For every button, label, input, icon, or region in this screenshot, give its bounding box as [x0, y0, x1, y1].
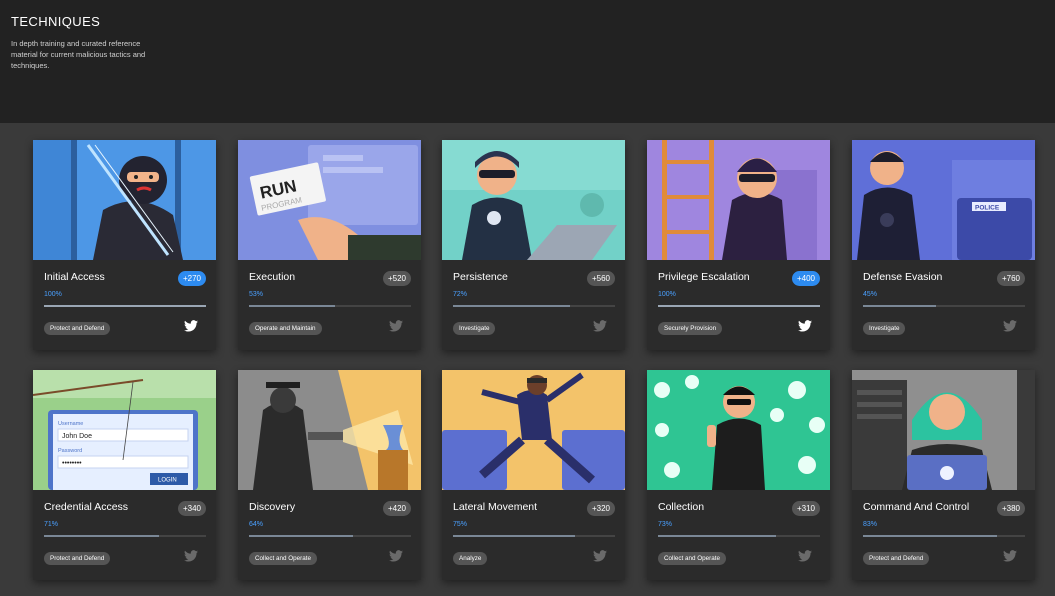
- progress-fill: [863, 305, 936, 307]
- progress-bar: [658, 305, 820, 307]
- progress-bar: [44, 305, 206, 307]
- category-tag[interactable]: Investigate: [863, 322, 906, 335]
- progress-bar: [863, 535, 1025, 537]
- card-illustration: [647, 370, 830, 490]
- card-title: Initial Access: [44, 271, 105, 283]
- technique-card-lateral-movement[interactable]: Lateral Movement +320 75% Analyze: [442, 370, 625, 580]
- card-illustration: [238, 370, 421, 490]
- progress-percent: 100%: [658, 291, 676, 298]
- technique-card-privilege-escalation[interactable]: Privilege Escalation +400 100% Securely …: [647, 140, 830, 350]
- category-tag[interactable]: Operate and Maintain: [249, 322, 322, 335]
- twitter-icon[interactable]: [184, 550, 198, 562]
- progress-bar: [863, 305, 1025, 307]
- username-value: John Doe: [62, 433, 92, 440]
- card-illustration: [647, 140, 830, 260]
- username-label: Username: [58, 421, 83, 427]
- twitter-icon[interactable]: [798, 550, 812, 562]
- technique-card-defense-evasion[interactable]: POLICE Defense Evasion +760 45% Investig…: [852, 140, 1035, 350]
- twitter-icon[interactable]: [593, 550, 607, 562]
- progress-bar: [453, 305, 615, 307]
- category-tag[interactable]: Protect and Defend: [863, 552, 930, 565]
- technique-card-execution[interactable]: RUN PROGRAM Execution +520 53% Operate a…: [238, 140, 421, 350]
- points-badge: +380: [996, 501, 1025, 516]
- twitter-icon[interactable]: [593, 320, 607, 332]
- progress-percent: 45%: [863, 291, 878, 298]
- card-illustration: Username John Doe Password •••••••• LOGI…: [33, 370, 216, 490]
- twitter-icon[interactable]: [389, 550, 403, 562]
- progress-fill: [249, 535, 353, 537]
- progress-bar: [658, 535, 820, 537]
- category-tag[interactable]: Collect and Operate: [249, 552, 318, 565]
- twitter-icon[interactable]: [1003, 550, 1017, 562]
- twitter-icon[interactable]: [184, 320, 198, 332]
- progress-fill: [453, 305, 570, 307]
- password-label: Password: [58, 448, 82, 454]
- card-illustration: POLICE: [852, 140, 1035, 260]
- progress-fill: [658, 535, 777, 537]
- twitter-icon[interactable]: [1003, 320, 1017, 332]
- points-badge: +560: [586, 271, 615, 286]
- card-title: Lateral Movement: [453, 501, 538, 513]
- technique-card-persistence[interactable]: Persistence +560 72% Investigate: [442, 140, 625, 350]
- category-tag[interactable]: Protect and Defend: [44, 552, 111, 565]
- card-illustration: [442, 140, 625, 260]
- progress-percent: 53%: [249, 291, 264, 298]
- technique-card-collection[interactable]: Collection +310 73% Collect and Operate: [647, 370, 830, 580]
- progress-fill: [453, 535, 575, 537]
- card-title: Defense Evasion: [863, 271, 943, 283]
- technique-card-credential-access[interactable]: Username John Doe Password •••••••• LOGI…: [33, 370, 216, 580]
- points-badge: +320: [586, 501, 615, 516]
- page-subtitle: In depth training and curated reference …: [11, 39, 146, 70]
- password-value: ••••••••: [62, 460, 82, 467]
- card-title: Discovery: [249, 501, 296, 513]
- card-title: Credential Access: [44, 501, 129, 513]
- card-title: Collection: [658, 501, 705, 513]
- progress-percent: 71%: [44, 521, 59, 528]
- card-illustration: RUN PROGRAM: [238, 140, 421, 260]
- progress-percent: 64%: [249, 521, 264, 528]
- progress-percent: 100%: [44, 291, 62, 298]
- points-badge: +340: [177, 501, 206, 516]
- progress-bar: [44, 535, 206, 537]
- points-badge: +520: [382, 271, 411, 286]
- technique-card-command-and-control[interactable]: Command And Control +380 83% Protect and…: [852, 370, 1035, 580]
- progress-percent: 83%: [863, 521, 878, 528]
- twitter-icon[interactable]: [389, 320, 403, 332]
- category-tag[interactable]: Protect and Defend: [44, 322, 111, 335]
- technique-card-discovery[interactable]: Discovery +420 64% Collect and Operate: [238, 370, 421, 580]
- points-badge: +760: [996, 271, 1025, 286]
- progress-percent: 73%: [658, 521, 673, 528]
- points-badge: +400: [791, 271, 820, 286]
- progress-fill: [44, 535, 160, 537]
- login-button-label: LOGIN: [158, 478, 177, 484]
- page-header: TECHNIQUES In depth training and curated…: [0, 0, 1055, 123]
- category-tag[interactable]: Collect and Operate: [658, 552, 727, 565]
- card-illustration: [852, 370, 1035, 490]
- police-label: POLICE: [975, 205, 1000, 212]
- progress-percent: 72%: [453, 291, 468, 298]
- page-title: TECHNIQUES: [11, 14, 101, 29]
- card-illustration: [442, 370, 625, 490]
- progress-bar: [249, 305, 411, 307]
- card-title: Persistence: [453, 271, 508, 283]
- category-tag[interactable]: Investigate: [453, 322, 496, 335]
- progress-percent: 75%: [453, 521, 468, 528]
- progress-fill: [863, 535, 998, 537]
- category-tag[interactable]: Analyze: [453, 552, 488, 565]
- points-badge: +420: [382, 501, 411, 516]
- progress-bar: [249, 535, 411, 537]
- card-illustration: [33, 140, 216, 260]
- points-badge: +270: [177, 271, 206, 286]
- card-title: Privilege Escalation: [658, 271, 750, 283]
- progress-fill: [249, 305, 335, 307]
- card-title: Command And Control: [863, 501, 970, 513]
- progress-fill: [658, 305, 820, 307]
- technique-card-initial-access[interactable]: Initial Access +270 100% Protect and Def…: [33, 140, 216, 350]
- progress-bar: [453, 535, 615, 537]
- progress-fill: [44, 305, 206, 307]
- points-badge: +310: [791, 501, 820, 516]
- card-title: Execution: [249, 271, 296, 283]
- twitter-icon[interactable]: [798, 320, 812, 332]
- category-tag[interactable]: Securely Provision: [658, 322, 723, 335]
